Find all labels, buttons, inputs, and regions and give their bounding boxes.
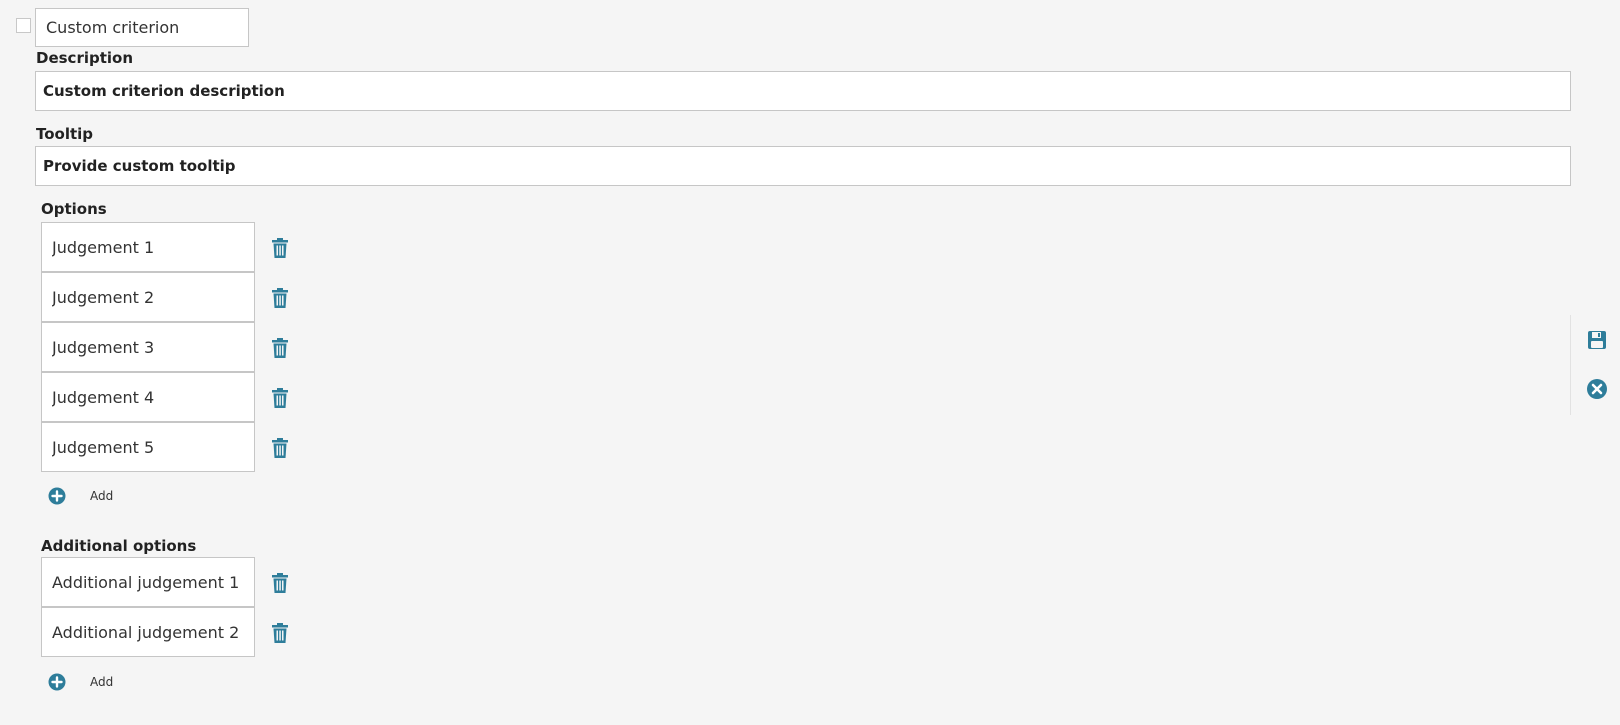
option-input[interactable]: [41, 222, 255, 272]
criterion-editor: Description Tooltip Options Add Addition…: [0, 0, 1620, 725]
trash-icon[interactable]: [270, 337, 290, 359]
options-list: [41, 222, 341, 472]
add-option-label: Add: [90, 489, 114, 503]
options-label: Options: [41, 200, 107, 218]
additional-option-input[interactable]: [41, 557, 255, 607]
floppy-disk-icon[interactable]: [1586, 329, 1608, 351]
plus-circle-icon: [48, 487, 66, 505]
additional-option-row: [41, 557, 341, 607]
tooltip-label: Tooltip: [36, 125, 94, 143]
option-input[interactable]: [41, 422, 255, 472]
trash-icon[interactable]: [270, 572, 290, 594]
trash-icon[interactable]: [270, 237, 290, 259]
trash-icon[interactable]: [270, 622, 290, 644]
trash-icon[interactable]: [270, 437, 290, 459]
tooltip-input[interactable]: [35, 146, 1571, 186]
add-additional-option-button[interactable]: Add: [48, 672, 113, 692]
trash-icon[interactable]: [270, 287, 290, 309]
option-input[interactable]: [41, 322, 255, 372]
option-row: [41, 322, 341, 372]
option-input[interactable]: [41, 272, 255, 322]
close-circle-icon[interactable]: [1586, 378, 1608, 400]
criterion-checkbox[interactable]: [16, 18, 31, 33]
add-additional-option-label: Add: [90, 675, 114, 689]
description-label: Description: [36, 49, 134, 67]
option-row: [41, 422, 341, 472]
option-row: [41, 222, 341, 272]
additional-option-row: [41, 607, 341, 657]
option-row: [41, 372, 341, 422]
additional-option-input[interactable]: [41, 607, 255, 657]
option-input[interactable]: [41, 372, 255, 422]
criterion-name-input[interactable]: [35, 8, 249, 47]
side-action-panel: [1570, 315, 1620, 415]
additional-options-list: [41, 557, 341, 657]
trash-icon[interactable]: [270, 387, 290, 409]
add-option-button[interactable]: Add: [48, 486, 113, 506]
description-input[interactable]: [35, 71, 1571, 111]
plus-circle-icon: [48, 673, 66, 691]
option-row: [41, 272, 341, 322]
additional-options-label: Additional options: [41, 537, 197, 555]
